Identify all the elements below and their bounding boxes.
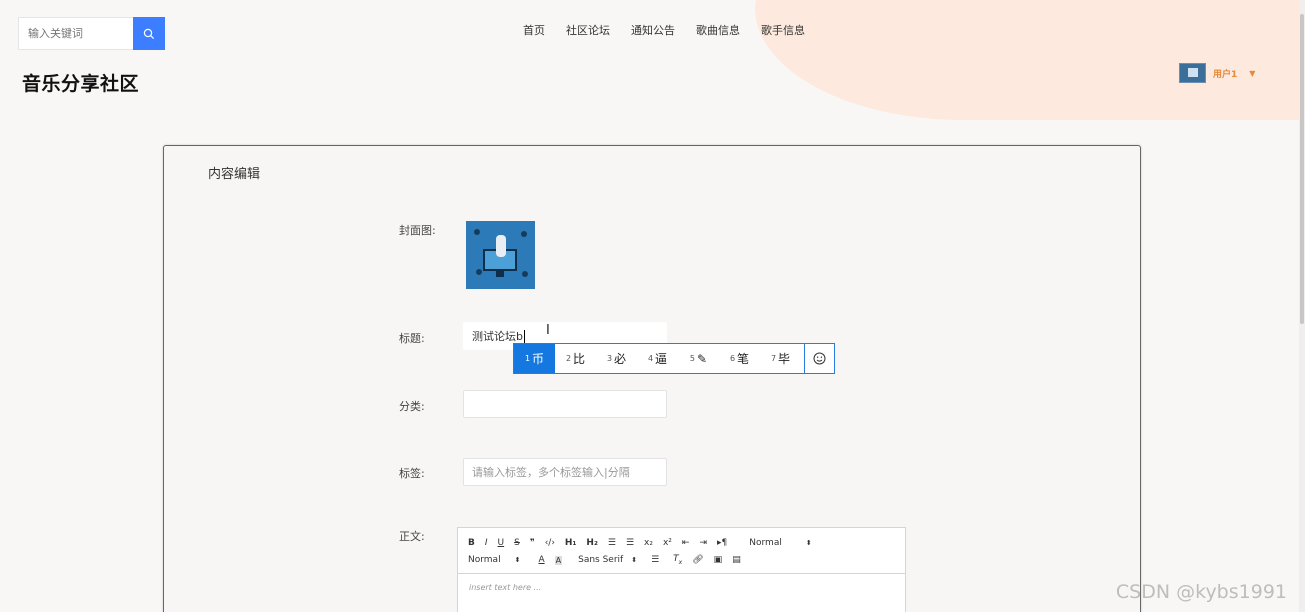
nav-songs[interactable]: 歌曲信息	[696, 22, 740, 38]
subscript-button[interactable]: x₂	[644, 538, 653, 548]
tags-input[interactable]: 请输入标签，多个标签输入|分隔	[463, 458, 667, 486]
ime-candidate[interactable]: 6笔	[719, 344, 760, 373]
image-icon[interactable]: ▣	[714, 555, 723, 565]
link-icon[interactable]: 🔗︎	[692, 555, 703, 565]
font-color-icon[interactable]: A	[538, 555, 544, 565]
superscript-button[interactable]: x²	[663, 538, 672, 548]
nav-notice[interactable]: 通知公告	[631, 22, 675, 38]
outdent-button[interactable]: ⇤	[682, 538, 690, 548]
h1-button[interactable]: H₁	[565, 538, 576, 548]
search-input[interactable]	[18, 17, 133, 50]
underline-button[interactable]: U	[498, 538, 505, 548]
text-caret	[523, 329, 525, 343]
italic-button[interactable]: I	[485, 538, 488, 548]
background-color-icon[interactable]: A	[554, 555, 563, 565]
cover-image[interactable]	[466, 221, 535, 289]
search-button[interactable]	[133, 17, 165, 50]
tags-placeholder: 请输入标签，多个标签输入|分隔	[472, 466, 630, 479]
scrollbar[interactable]	[1299, 0, 1305, 612]
category-label: 分类:	[399, 400, 425, 413]
card-title: 内容编辑	[208, 167, 261, 182]
user-name[interactable]: 用户1	[1213, 67, 1237, 80]
tags-label: 标签:	[399, 467, 425, 480]
video-icon[interactable]: ▤	[732, 555, 741, 565]
blockquote-button[interactable]: ❞	[530, 538, 535, 548]
nav-singers[interactable]: 歌手信息	[761, 22, 805, 38]
select-arrows-icon: ⬍	[514, 556, 521, 564]
ime-candidate[interactable]: 7毕	[760, 344, 801, 373]
ime-candidate-bar: 1币 2比 3必 4逼 5 ✎ 6笔 7毕	[513, 343, 835, 374]
smiley-icon[interactable]	[804, 344, 834, 373]
user-menu[interactable]: 用户1 ▼	[1179, 63, 1255, 83]
bold-button[interactable]: B	[468, 538, 475, 548]
header-select[interactable]: Normal ⬍	[749, 538, 811, 548]
search-icon	[143, 28, 155, 39]
cover-label: 封面图:	[399, 224, 436, 237]
title-label: 标题:	[399, 332, 425, 345]
select-arrows-icon: ⬍	[805, 539, 812, 547]
ime-candidate[interactable]: 2比	[555, 344, 596, 373]
text-direction-button[interactable]: ▸¶	[717, 538, 727, 548]
ime-candidate[interactable]: 4逼	[637, 344, 678, 373]
rich-text-editor: B I U S ❞ ‹/› H₁ H₂ ☰ ☰ x₂ x² ⇤ ⇥ ▸¶ Nor…	[457, 527, 906, 612]
nav-home[interactable]: 首页	[523, 22, 545, 38]
clear-format-icon[interactable]: Tx	[673, 554, 682, 566]
site-title: 音乐分享社区	[22, 73, 140, 95]
strike-button[interactable]: S	[514, 538, 520, 548]
category-select[interactable]	[463, 390, 667, 418]
size-select[interactable]: Normal ⬍	[468, 555, 520, 565]
title-value: 测试论坛b	[472, 330, 523, 343]
avatar	[1179, 63, 1206, 83]
search-bar	[18, 17, 165, 50]
pencil-icon: ✎	[697, 351, 708, 366]
caret-down-icon[interactable]: ▼	[1249, 69, 1255, 78]
body-label: 正文:	[399, 530, 425, 543]
select-arrows-icon: ⬍	[631, 556, 638, 564]
editor-toolbar: B I U S ❞ ‹/› H₁ H₂ ☰ ☰ x₂ x² ⇤ ⇥ ▸¶ Nor…	[458, 528, 905, 574]
editor-placeholder: insert text here ...	[469, 583, 542, 592]
ime-candidate[interactable]: 5 ✎	[678, 344, 719, 373]
ordered-list-button[interactable]: ☰	[608, 538, 616, 548]
align-icon[interactable]: ☰	[651, 555, 659, 565]
ime-candidate[interactable]: 3必	[596, 344, 637, 373]
content-edit-card: 内容编辑 封面图: 标题: 测试论坛b 分类: 标签: 请输入标签，多个标签输入…	[163, 145, 1141, 612]
h2-button[interactable]: H₂	[586, 538, 597, 548]
scrollbar-thumb[interactable]	[1300, 14, 1304, 324]
header-decoration	[755, 0, 1305, 120]
text-cursor-icon: I	[546, 323, 550, 338]
watermark: CSDN @kybs1991	[1115, 581, 1287, 603]
main-nav: 首页 社区论坛 通知公告 歌曲信息 歌手信息	[523, 22, 826, 38]
bullet-list-button[interactable]: ☰	[626, 538, 634, 548]
nav-forum[interactable]: 社区论坛	[566, 22, 610, 38]
font-select[interactable]: Sans Serif ⬍	[578, 555, 637, 565]
code-block-button[interactable]: ‹/›	[545, 538, 555, 548]
editor-body[interactable]: insert text here ...	[458, 574, 905, 601]
ime-candidate[interactable]: 1币	[514, 344, 555, 373]
indent-button[interactable]: ⇥	[699, 538, 707, 548]
